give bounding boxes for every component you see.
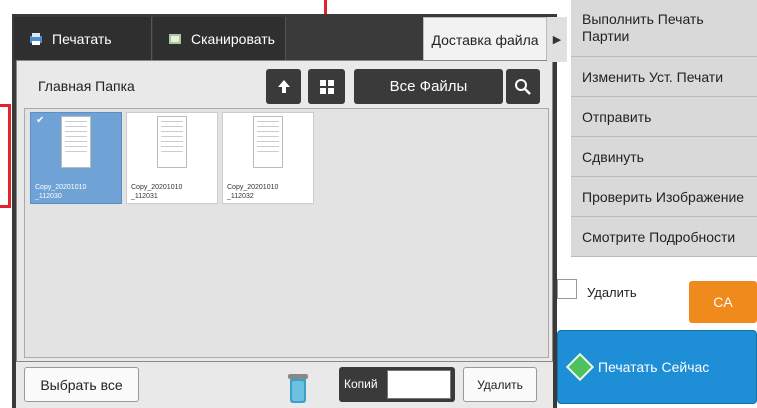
delete-button[interactable]: Удалить [463, 367, 537, 402]
tab-print-label: Печатать [52, 30, 112, 47]
file-thumbnail[interactable]: ✔ Copy_20201010 _112030 [30, 112, 122, 204]
menu-change-print-settings[interactable]: Изменить Уст. Печати [571, 57, 757, 97]
tab-scan[interactable]: Сканировать [153, 17, 286, 60]
menu-check-image[interactable]: Проверить Изображение [571, 177, 757, 217]
search-button[interactable] [506, 69, 540, 104]
annotation-bracket-tick-bottom [0, 205, 11, 208]
search-icon [515, 78, 531, 95]
file-name: Copy_20201010 _112032 [227, 184, 279, 200]
all-files-button[interactable]: Все Файлы [354, 69, 503, 104]
menu-batch-print[interactable]: Выполнить Печать Партии [571, 0, 757, 57]
document-preview-icon [253, 116, 283, 168]
tab-scan-label: Сканировать [191, 30, 275, 47]
side-panel-toggle[interactable]: ▶ [547, 17, 567, 62]
folder-up-button[interactable] [266, 69, 301, 104]
trash-icon [288, 374, 308, 403]
thumbnail-view-button[interactable] [308, 69, 345, 104]
scanner-icon [169, 33, 181, 44]
menu-move[interactable]: Сдвинуть [571, 137, 757, 177]
ca-label: CA [713, 294, 733, 310]
annotation-bracket-left [8, 104, 11, 208]
file-name: Copy_20201010 _112031 [131, 184, 183, 200]
select-all-button[interactable]: Выбрать все [24, 367, 139, 402]
delete-checkbox[interactable] [557, 279, 577, 299]
delete-checkbox-label: Удалить [587, 285, 637, 300]
tab-file-delivery[interactable]: Доставка файла [423, 17, 547, 62]
select-all-label: Выбрать все [40, 376, 123, 393]
checkmark-icon: ✔ [36, 115, 45, 126]
folder-label: Главная Папка [38, 78, 135, 94]
arrow-up-icon [277, 79, 290, 93]
start-diamond-icon [565, 352, 595, 382]
file-thumbnail[interactable]: Copy_20201010 _112032 [222, 112, 314, 204]
ca-button[interactable]: CA [689, 281, 757, 323]
play-pause-icon: ▶ [552, 34, 562, 46]
all-files-label: Все Файлы [389, 78, 468, 95]
print-now-label: Печатать Сейчас [598, 359, 710, 375]
menu-details[interactable]: Смотрите Подробности [571, 217, 757, 257]
print-now-button[interactable]: Печатать Сейчас [557, 330, 757, 404]
printer-icon [30, 32, 42, 45]
file-name: Copy_20201010 _112030 [35, 184, 87, 200]
document-preview-icon [61, 116, 91, 168]
annotation-bracket-tick-top [0, 104, 11, 107]
delete-label: Удалить [477, 377, 523, 392]
menu-send[interactable]: Отправить [571, 97, 757, 137]
copies-label: Копий [344, 377, 378, 391]
tab-print[interactable]: Печатать [14, 17, 152, 60]
grid-icon [319, 79, 334, 94]
file-thumbnail[interactable]: Copy_20201010 _112031 [126, 112, 218, 204]
tab-delivery-label: Доставка файла [431, 32, 539, 48]
copies-input[interactable] [387, 370, 451, 399]
document-preview-icon [157, 116, 187, 168]
